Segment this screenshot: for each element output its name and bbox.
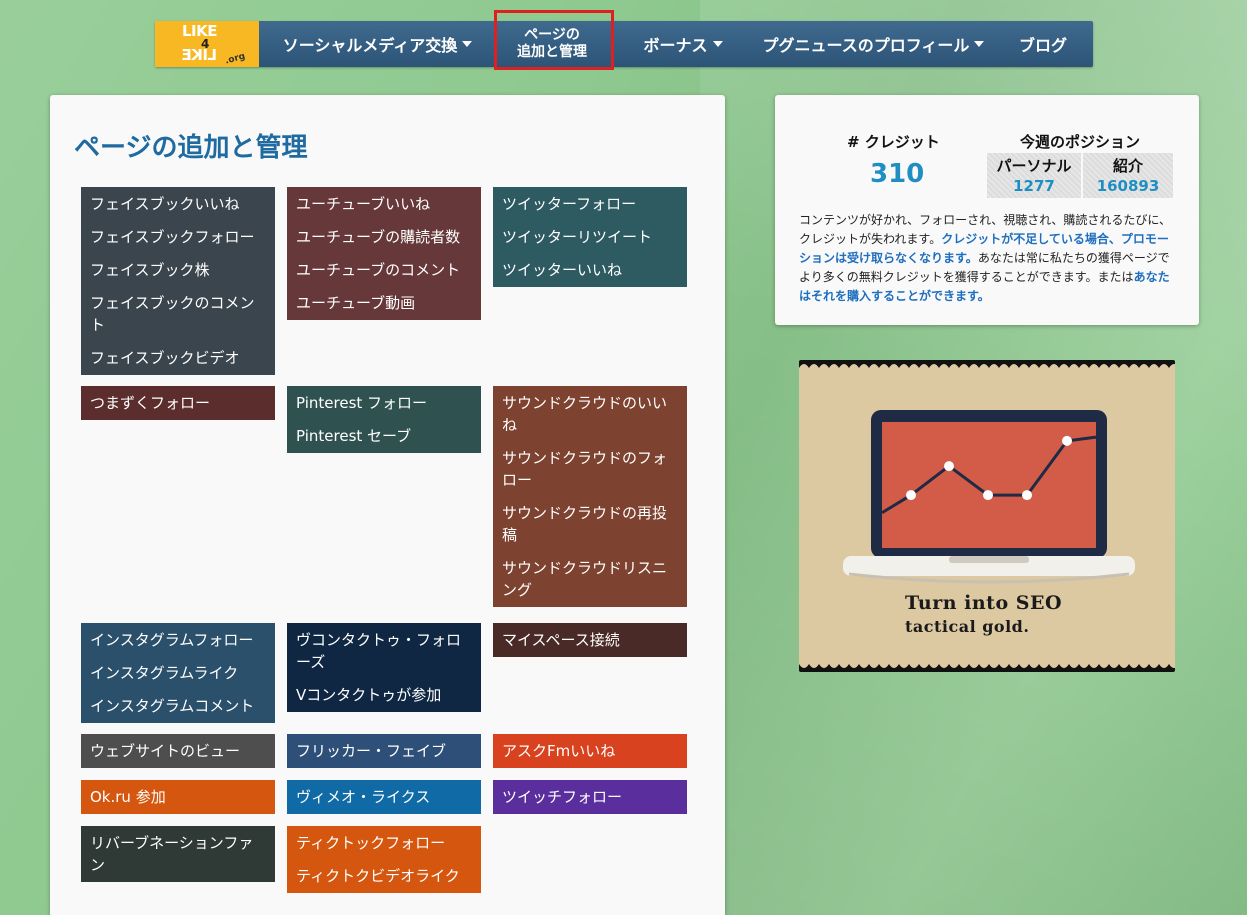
personal-label: パーソナル <box>996 157 1072 175</box>
service-tile: ヴィメオ・ライクス <box>287 780 481 814</box>
service-tile: ツイッターフォロー ツイッターリツイート ツイッターいいね <box>493 187 687 287</box>
service-link[interactable]: つまずくフォロー <box>90 390 266 414</box>
service-link[interactable]: フリッカー・フェイブ <box>296 738 472 762</box>
personal-position-box: パーソナル 1277 <box>987 153 1081 198</box>
ad-chart-point <box>983 490 993 501</box>
credits-value: 310 <box>870 159 925 189</box>
chevron-down-icon <box>974 41 985 47</box>
service-tile: ツイッチフォロー <box>493 780 687 814</box>
service-link[interactable]: ツイッターリツイート <box>502 224 678 257</box>
service-link[interactable]: Vコンタクトゥが参加 <box>296 682 472 706</box>
service-link[interactable]: インスタグラムコメント <box>90 693 266 717</box>
top-navbar: LIKE 4 LIKE .org ソーシャルメディア交換 ページの 追加と管理 … <box>155 21 1093 67</box>
logo-suffix: .org <box>224 51 247 67</box>
referral-value: 160893 <box>1096 177 1160 195</box>
service-tile: リバーブネーションファン <box>81 826 275 882</box>
service-tile: Pinterest フォロー Pinterest セーブ <box>287 386 481 453</box>
service-link[interactable]: Ok.ru 参加 <box>90 784 266 808</box>
nav-highlight-box <box>494 10 614 70</box>
service-link[interactable]: フェイスブックいいね <box>90 191 266 224</box>
logo-top-text: LIKE <box>182 22 218 40</box>
service-link[interactable]: インスタグラムフォロー <box>90 627 266 660</box>
service-tile: つまずくフォロー <box>81 386 275 420</box>
service-link[interactable]: サウンドクラウドのいいね <box>502 390 678 445</box>
service-tile: Ok.ru 参加 <box>81 780 275 814</box>
service-link[interactable]: ツイッターフォロー <box>502 191 678 224</box>
ad-chart-point <box>944 461 954 472</box>
nav-profile[interactable]: プグニュースのプロフィール <box>751 21 996 67</box>
ad-banner[interactable]: Turn into SEO tactical gold. <box>799 360 1175 672</box>
ad-chart-point <box>1022 490 1032 501</box>
nav-bonus-label: ボーナス <box>643 36 708 55</box>
service-tile: ティクトックフォロー ティクトクビデオライク <box>287 826 481 893</box>
service-link[interactable]: ツイッチフォロー <box>502 784 678 808</box>
service-link[interactable]: アスクFmいいね <box>502 738 678 762</box>
credits-label: # クレジット <box>847 133 940 151</box>
service-link[interactable]: ツイッターいいね <box>502 257 678 281</box>
referral-position-box: 紹介 160893 <box>1083 153 1173 198</box>
credits-panel: # クレジット 310 今週のポジション パーソナル 1277 紹介 16089… <box>775 95 1199 325</box>
service-link[interactable]: サウンドクラウドのフォロー <box>502 445 678 500</box>
service-link[interactable]: ティクトックフォロー <box>296 830 472 863</box>
service-link[interactable]: ウェブサイトのビュー <box>90 738 266 762</box>
service-tile: ウェブサイトのビュー <box>81 734 275 768</box>
nav-blog-label: ブログ <box>1018 36 1067 55</box>
service-link[interactable]: Pinterest セーブ <box>296 423 472 447</box>
service-link[interactable]: ユーチューブの購読者数 <box>296 224 472 257</box>
service-link[interactable]: リバーブネーションファン <box>90 830 266 876</box>
nav-bonus[interactable]: ボーナス <box>633 21 733 67</box>
service-link[interactable]: サウンドクラウドの再投稿 <box>502 500 678 555</box>
service-link[interactable]: ヴコンタクトゥ・フォローズ <box>296 627 472 682</box>
service-link[interactable]: フェイスブックのコメント <box>90 290 266 345</box>
service-link[interactable]: インスタグラムライク <box>90 660 266 693</box>
chevron-down-icon <box>712 41 723 47</box>
service-link[interactable]: サウンドクラウドリスニング <box>502 555 678 601</box>
ad-chart-point <box>1062 435 1072 446</box>
ad-headline-1: Turn into SEO <box>905 592 1062 614</box>
service-link[interactable]: ヴィメオ・ライクス <box>296 784 472 808</box>
service-tile: サウンドクラウドのいいね サウンドクラウドのフォロー サウンドクラウドの再投稿 サウン… <box>493 386 687 607</box>
chevron-down-icon <box>462 41 473 47</box>
service-link[interactable]: フェイスブック株 <box>90 257 266 290</box>
personal-value: 1277 <box>1013 177 1055 195</box>
service-link[interactable]: ユーチューブのコメント <box>296 257 472 290</box>
service-link[interactable]: Pinterest フォロー <box>296 390 472 423</box>
main-panel: ページの追加と管理 フェイスブックいいね フェイスブックフォロー フェイスブック株フ… <box>50 95 725 915</box>
service-tile: フェイスブックいいね フェイスブックフォロー フェイスブック株 フェイスブックのコメン… <box>81 187 275 375</box>
nav-profile-label: プグニュースのプロフィール <box>762 36 970 55</box>
logo-bottom-text: LIKE <box>182 46 218 64</box>
service-link[interactable]: ユーチューブ動画 <box>296 290 472 314</box>
nav-social-exchange-label: ソーシャルメディア交換 <box>282 36 458 55</box>
service-link[interactable]: ティクトクビデオライク <box>296 863 472 887</box>
service-link[interactable]: マイスペース接続 <box>502 627 678 651</box>
ad-chart-point <box>906 490 916 501</box>
service-tile: ヴコンタクトゥ・フォローズ Vコンタクトゥが参加 <box>287 623 481 712</box>
service-tile: アスクFmいいね <box>493 734 687 768</box>
service-tile: インスタグラムフォロー インスタグラムライク インスタグラムコメント <box>81 623 275 723</box>
site-logo[interactable]: LIKE 4 LIKE .org <box>155 21 259 67</box>
page-title: ページの追加と管理 <box>74 133 308 163</box>
nav-social-exchange[interactable]: ソーシャルメディア交換 <box>270 21 485 67</box>
service-link[interactable]: フェイスブックフォロー <box>90 224 266 257</box>
service-tile: ユーチューブいいね ユーチューブの購読者数 ユーチューブのコメント ユーチューブ動画 <box>287 187 481 320</box>
ad-headline-2: tactical gold. <box>905 617 1030 636</box>
service-tile: フリッカー・フェイブ <box>287 734 481 768</box>
credits-description: コンテンツが好かれ、フォローされ、視聴され、購読されるたびに、クレジットが失われ… <box>799 211 1175 306</box>
referral-label: 紹介 <box>1112 157 1143 175</box>
service-tile: マイスペース接続 <box>493 623 687 657</box>
service-link[interactable]: ユーチューブいいね <box>296 191 472 224</box>
week-position-label: 今週のポジション <box>1020 133 1141 151</box>
nav-blog[interactable]: ブログ <box>1010 21 1076 67</box>
service-link[interactable]: フェイスブックビデオ <box>90 345 266 369</box>
